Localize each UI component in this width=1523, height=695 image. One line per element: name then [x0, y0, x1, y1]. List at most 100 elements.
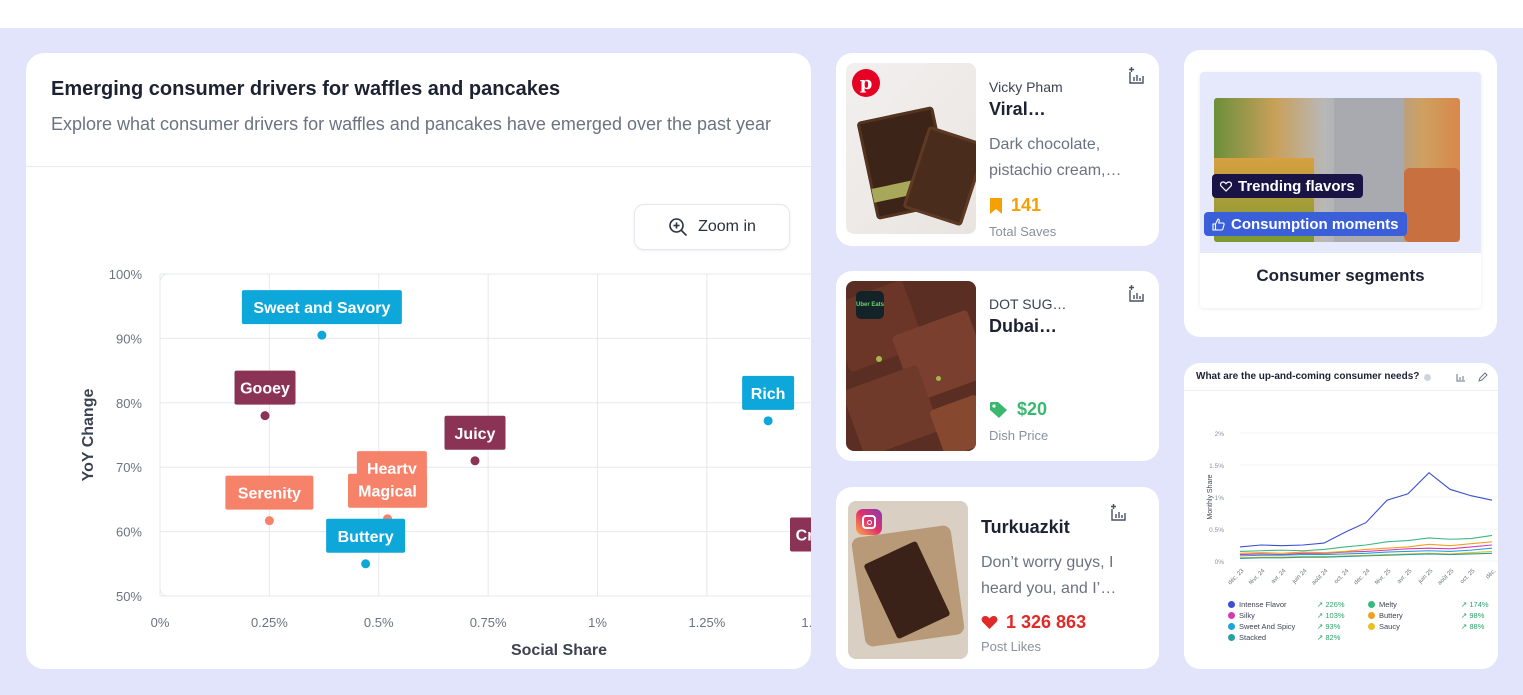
data-label: Creamy	[796, 528, 811, 545]
y-axis-label: Monthly Share	[1207, 474, 1214, 519]
legend-label: Sweet And Spicy	[1239, 622, 1296, 631]
x-tick-label: déc.	[1485, 568, 1497, 580]
metric-value: $20	[1017, 399, 1048, 419]
legend-growth: ↗ 98%	[1461, 611, 1485, 620]
y-tick-label: 2%	[1215, 431, 1225, 438]
x-tick-label: avr. 25	[1396, 568, 1413, 585]
metric-value: 141	[1011, 195, 1042, 215]
legend-growth: ↗ 93%	[1317, 622, 1341, 631]
legend-swatch	[1228, 623, 1235, 630]
consumer-needs-card[interactable]: What are the up-and-coming consumer need…	[1184, 363, 1498, 669]
content-card-uber-eats[interactable]: Uber Eats DOT SUG… Dubai… $20 Dish Price	[836, 271, 1159, 461]
instagram-icon	[856, 509, 882, 535]
x-tick-label: 0%	[151, 615, 170, 630]
thumbs-up-icon	[1212, 217, 1225, 231]
x-axis-label: Social Share	[511, 642, 607, 659]
legend-growth: ↗ 82%	[1317, 633, 1341, 642]
data-label: Gooey	[240, 381, 290, 398]
bookmark-icon	[990, 197, 1002, 214]
data-point	[470, 456, 480, 466]
legend-swatch	[1228, 612, 1235, 619]
heart-icon	[1220, 180, 1232, 192]
card-headline: Dubai…	[989, 316, 1058, 336]
y-tick-label: 60%	[116, 525, 142, 540]
data-label: Rich	[751, 386, 786, 403]
data-label: Juicy	[455, 426, 496, 443]
x-tick-label: juin 24	[1291, 568, 1309, 586]
x-tick-label: 0.75%	[470, 615, 507, 630]
y-tick-label: 80%	[116, 396, 142, 411]
legend-swatch	[1228, 601, 1235, 608]
legend-growth: ↗ 226%	[1317, 600, 1345, 609]
consumption-moments-chip: Consumption moments	[1204, 212, 1407, 236]
card-metric: $20	[989, 399, 1047, 420]
metric-label: Total Saves	[989, 224, 1057, 239]
segments-label: Consumer segments	[1256, 266, 1425, 285]
heart-icon	[981, 616, 998, 629]
x-tick-label: 1.5%	[801, 615, 811, 630]
legend-item: Sweet And Spicy ↗ 93%	[1228, 622, 1340, 631]
trending-flavors-chip: Trending flavors	[1212, 174, 1363, 198]
card-metric: 141	[989, 195, 1041, 216]
data-label: Sweet and Savory	[253, 300, 390, 317]
card-description: Dark chocolate, pistachio cream,…	[989, 136, 1122, 179]
add-to-chart-icon[interactable]	[1127, 67, 1145, 85]
zoom-in-icon	[669, 218, 687, 236]
add-to-chart-icon[interactable]	[1127, 285, 1145, 303]
price-tag-icon	[990, 401, 1007, 418]
x-tick-label: oct. 24	[1333, 568, 1350, 585]
metric-label: Dish Price	[989, 428, 1049, 443]
segments-preview: Trending flavors Consumption moments Con…	[1200, 72, 1481, 308]
metric-label: Post Likes	[981, 639, 1041, 654]
x-tick-label: août 24	[1311, 568, 1330, 587]
legend-label: Intense Flavor	[1239, 600, 1287, 609]
legend-swatch	[1368, 612, 1375, 619]
legend-item: Intense Flavor ↗ 226%	[1228, 600, 1345, 609]
x-tick-label: déc. 24	[1353, 568, 1372, 587]
legend-growth: ↗ 174%	[1461, 600, 1489, 609]
series-line	[1239, 471, 1493, 548]
card-author: DOT SUG…	[989, 296, 1067, 312]
x-tick-label: juin 25	[1417, 568, 1435, 586]
legend-item: Melty ↗ 174%	[1368, 600, 1489, 609]
x-tick-label: oct. 25	[1459, 568, 1476, 585]
x-tick-label: 1%	[588, 615, 607, 630]
consumer-segments-card[interactable]: Trending flavors Consumption moments Con…	[1184, 50, 1497, 337]
x-tick-label: 0.25%	[251, 615, 288, 630]
data-point	[264, 516, 274, 526]
x-tick-label: févr. 25	[1374, 568, 1393, 587]
legend-label: Buttery	[1379, 611, 1403, 620]
thumbnail-image: p	[846, 63, 976, 234]
legend-label: Stacked	[1239, 633, 1267, 642]
legend-label: Melty	[1379, 600, 1397, 609]
zoom-in-button[interactable]: Zoom in	[634, 204, 790, 250]
legend-item: Stacked ↗ 82%	[1228, 633, 1340, 642]
content-card-pinterest[interactable]: p Vicky Pham Viral… Dark chocolate, pist…	[836, 53, 1159, 246]
y-tick-label: 1%	[1215, 495, 1225, 502]
y-tick-label: 100%	[109, 267, 143, 282]
card-headline: Viral…	[989, 99, 1046, 119]
card-metric: 1 326 863	[981, 612, 1086, 633]
y-tick-label: 0.5%	[1209, 527, 1224, 534]
content-card-instagram[interactable]: Turkuazkit Don’t worry guys, I heard you…	[836, 487, 1159, 669]
data-point	[260, 411, 270, 421]
x-tick-label: févr. 24	[1248, 568, 1267, 587]
metric-value: 1 326 863	[1006, 612, 1087, 632]
y-tick-label: 50%	[116, 589, 142, 604]
data-label: Buttery	[338, 529, 394, 546]
legend-label: Saucy	[1379, 622, 1400, 631]
x-tick-label: déc. 23	[1227, 568, 1246, 587]
thumbnail-image	[848, 501, 968, 659]
x-tick-label: avr. 24	[1270, 568, 1287, 585]
x-tick-label: 0.5%	[364, 615, 394, 630]
pinterest-icon: p	[852, 69, 880, 97]
x-tick-label: août 25	[1437, 568, 1456, 587]
card-author: Vicky Pham	[989, 79, 1063, 95]
data-label: Magical	[358, 484, 417, 501]
data-point	[317, 330, 327, 340]
add-to-chart-icon[interactable]	[1109, 504, 1127, 522]
data-points: Sweet and SavoryCozyGooeyRichJuicyHearty…	[225, 290, 811, 569]
thumbnail-image: Uber Eats	[846, 281, 976, 451]
legend-item: Saucy ↗ 88%	[1368, 622, 1484, 631]
zoom-in-label: Zoom in	[698, 218, 756, 235]
